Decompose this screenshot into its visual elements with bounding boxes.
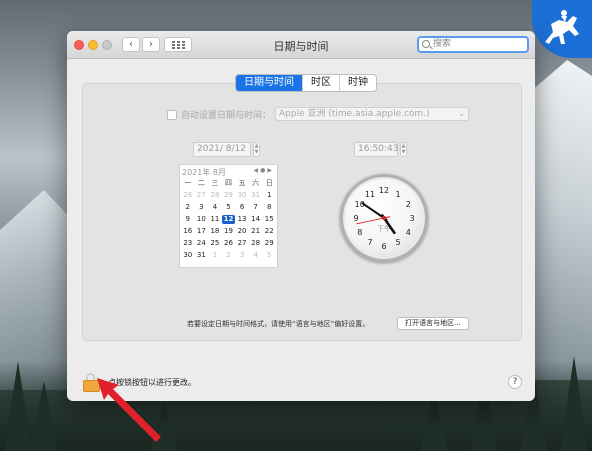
calendar-day[interactable]: 7	[249, 203, 263, 212]
titlebar: ‹ › 日期与时间 搜索	[67, 31, 535, 59]
clock-number: 9	[353, 214, 358, 223]
calendar-day[interactable]: 11	[208, 215, 222, 224]
calendar-weekday: 一	[184, 179, 192, 187]
calendar-day[interactable]: 26	[181, 191, 195, 200]
calendar-day[interactable]: 9	[181, 215, 195, 224]
auto-set-label: 自动设置日期与时间：	[181, 111, 272, 121]
calendar-day[interactable]: 13	[235, 215, 249, 224]
calendar-day[interactable]: 3	[235, 251, 249, 260]
calendar-nav[interactable]: ◀●▶	[254, 167, 274, 174]
calendar-day[interactable]: 1	[208, 251, 222, 260]
calendar-day[interactable]: 26	[222, 239, 236, 248]
settings-panel	[82, 83, 522, 341]
clock-number: 5	[395, 238, 400, 247]
time-field[interactable]: 16:50:43	[354, 142, 398, 157]
search-placeholder: 搜索	[433, 39, 452, 49]
time-server-value: Apple 亚洲 (time.asia.apple.com.)	[279, 109, 430, 119]
date-field[interactable]: 2021/ 8/12	[193, 142, 251, 157]
clock-face: 12 1234567891011下午	[353, 186, 414, 251]
calendar-weekday: 三	[211, 179, 219, 187]
clock-number: 2	[406, 200, 411, 209]
calendar-day[interactable]: 29	[222, 191, 236, 200]
auto-set-checkbox[interactable]	[167, 109, 177, 120]
format-hint-text: 若要设定日期与时间格式，请使用“语言与地区”偏好设置。	[187, 320, 370, 328]
calendar-day[interactable]: 27	[195, 191, 209, 200]
time-stepper[interactable]: ▲ ▼	[400, 142, 407, 157]
clock-center	[382, 216, 386, 220]
calendar-day[interactable]: 3	[195, 203, 209, 212]
calendar-month: 2021年 8月	[182, 168, 226, 177]
tab-bar: 日期与时间 时区 时钟	[235, 74, 377, 92]
annotation-arrow-icon	[97, 378, 161, 442]
clock-number: 7	[367, 238, 372, 247]
chevron-down-icon: ▼	[254, 149, 259, 155]
tab-clock[interactable]: 时钟	[339, 75, 376, 91]
clock-number: 12	[379, 186, 389, 195]
calendar-day[interactable]: 21	[249, 227, 263, 236]
calendar-day[interactable]: 19	[222, 227, 236, 236]
calendar-day[interactable]: 14	[249, 215, 263, 224]
calendar-day[interactable]: 20	[235, 227, 249, 236]
calendar-day[interactable]: 23	[181, 239, 195, 248]
calendar-day[interactable]: 31	[195, 251, 209, 260]
calendar-weekday: 五	[238, 179, 246, 187]
help-button[interactable]: ?	[508, 375, 522, 389]
desktop-mountain-right	[530, 60, 592, 380]
calendar-day[interactable]: 28	[208, 191, 222, 200]
horse-rider-logo-icon	[532, 0, 592, 58]
calendar-day[interactable]: 5	[262, 251, 276, 260]
calendar-weekday: 二	[197, 179, 205, 187]
calendar-day[interactable]: 22	[262, 227, 276, 236]
tab-date-time[interactable]: 日期与时间	[236, 75, 302, 91]
calendar-day[interactable]: 2	[181, 203, 195, 212]
chevron-down-icon: ⌄	[458, 109, 465, 118]
clock-number: 8	[357, 228, 362, 237]
auto-set-row: 自动设置日期与时间：	[167, 108, 271, 121]
calendar-day[interactable]: 29	[262, 239, 276, 248]
clock-number: 11	[365, 190, 375, 199]
calendar-weekday: 日	[265, 179, 273, 187]
clock-number: 3	[409, 214, 414, 223]
tab-timezone[interactable]: 时区	[302, 75, 339, 91]
calendar-day[interactable]: 31	[249, 191, 263, 200]
clock-number: 4	[406, 228, 411, 237]
calendar: 2021年 8月 ◀●▶ 一二三四五六日 26 27 28 29 30 31 1 2 3 4 5 6 7 8…	[179, 164, 278, 268]
calendar-day[interactable]: 4	[249, 251, 263, 260]
search-icon	[422, 40, 430, 48]
calendar-day[interactable]: 30	[235, 191, 249, 200]
calendar-day[interactable]: 6	[235, 203, 249, 212]
calendar-day[interactable]: 24	[195, 239, 209, 248]
calendar-day[interactable]: 16	[181, 227, 195, 236]
calendar-grid: 一二三四五六日 26 27 28 29 30 31 1 2 3 4 5 6 7 8 9 10 11 12 13 14 15…	[181, 179, 276, 260]
calendar-day[interactable]: 8	[262, 203, 276, 212]
calendar-day[interactable]: 30	[181, 251, 195, 260]
clock-number: 1	[395, 190, 400, 199]
calendar-day[interactable]: 5	[222, 203, 236, 212]
time-server-select[interactable]: Apple 亚洲 (time.asia.apple.com.) ⌄	[275, 107, 469, 121]
calendar-day[interactable]: 10	[195, 215, 209, 224]
calendar-day[interactable]: 17	[195, 227, 209, 236]
date-stepper[interactable]: ▲ ▼	[253, 142, 260, 157]
date-time-preferences-window: ‹ › 日期与时间 搜索 日期与时间 时区 时钟 自动设置日期与时间： Appl…	[67, 31, 535, 401]
calendar-weekday: 四	[224, 179, 232, 187]
calendar-day[interactable]: 15	[262, 215, 276, 224]
calendar-day[interactable]: 1	[262, 191, 276, 200]
analog-clock: 12 1 2 3 4 5 6 7 8 9 10 11 下午	[340, 174, 428, 262]
clock-number: 6	[381, 242, 386, 251]
chevron-down-icon: ▼	[401, 149, 406, 155]
calendar-weekday: 六	[252, 179, 260, 187]
open-language-region-button[interactable]: 打开语言与地区...	[397, 317, 469, 330]
calendar-day[interactable]: 27	[235, 239, 249, 248]
calendar-day[interactable]: 4	[208, 203, 222, 212]
calendar-day[interactable]: 2	[222, 251, 236, 260]
search-input[interactable]: 搜索	[417, 36, 529, 53]
calendar-day[interactable]: 25	[208, 239, 222, 248]
calendar-day[interactable]: 28	[249, 239, 263, 248]
calendar-day[interactable]: 18	[208, 227, 222, 236]
calendar-day[interactable]: 12	[221, 215, 236, 224]
